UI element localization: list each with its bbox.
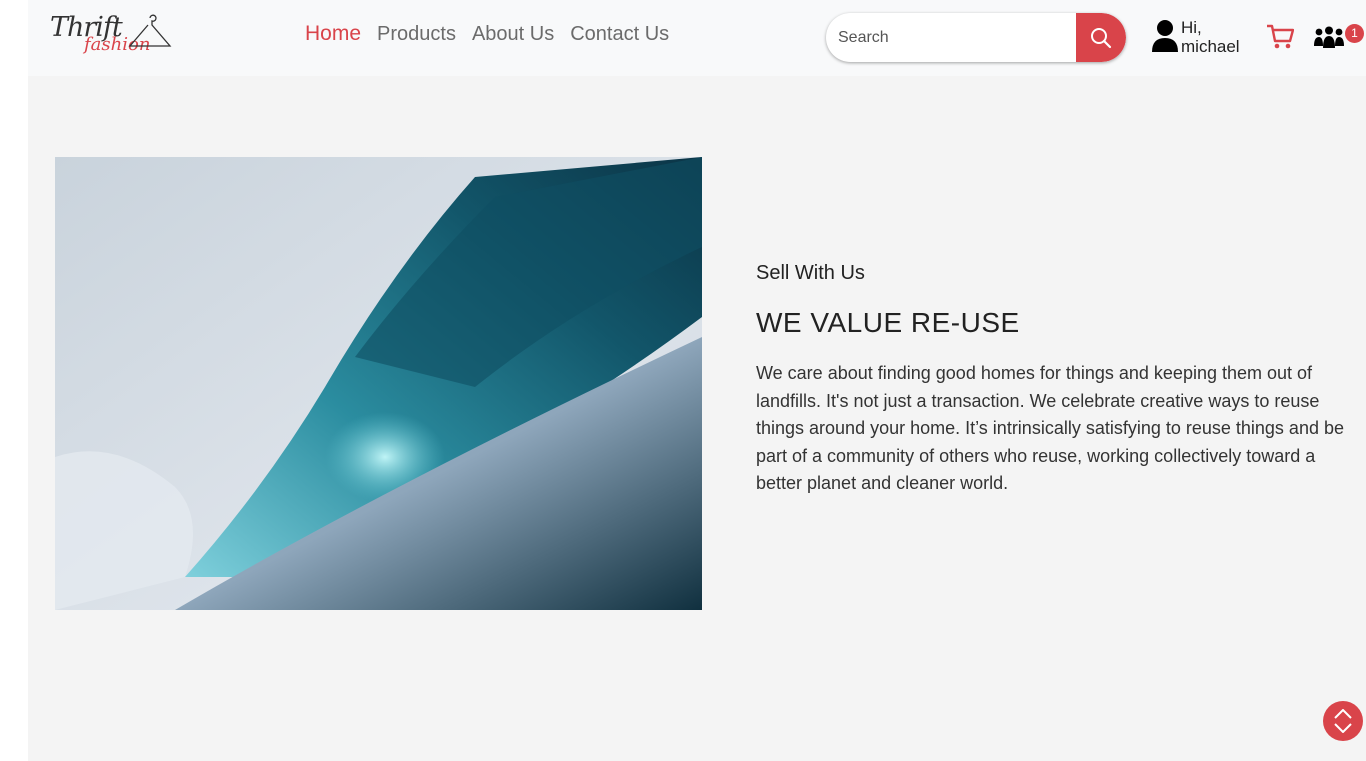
cart-icon [1267,24,1295,49]
search-icon [1091,27,1112,48]
user-name: michael [1181,37,1240,56]
people-icon [1314,26,1344,48]
user-account[interactable]: Hi, michael [1152,18,1240,56]
community-button[interactable] [1313,26,1345,54]
hanger-icon [128,14,172,47]
user-greeting: Hi, [1181,18,1202,37]
wave-image [55,157,702,610]
search-input[interactable] [826,13,1076,62]
main-nav: Home Products About Us Contact Us [305,22,669,46]
user-icon [1152,20,1178,52]
brand-logo[interactable]: Thrift fashion [50,10,174,66]
search-box [826,13,1126,62]
nav-home[interactable]: Home [305,22,361,46]
search-button[interactable] [1076,13,1126,62]
hero-body: We care about finding good homes for thi… [756,363,1344,493]
hero-text: Sell With Us WE VALUE RE-USE We care abo… [756,262,1362,498]
nav-contact-us[interactable]: Contact Us [570,23,669,46]
wave-photo [55,157,702,610]
cart-button[interactable] [1266,24,1295,54]
scroll-up-down-icon [1334,709,1352,733]
nav-products[interactable]: Products [377,23,456,46]
hero-title: WE VALUE RE-USE [756,307,1020,338]
hero-subtitle: Sell With Us [756,262,865,284]
notification-badge: 1 [1345,24,1364,43]
nav-about-us[interactable]: About Us [472,23,554,46]
scroll-button[interactable] [1323,701,1363,741]
